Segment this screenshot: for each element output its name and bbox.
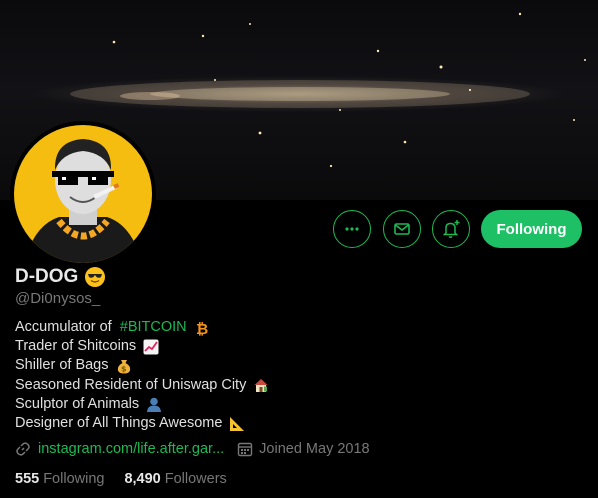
chart-increasing-icon bbox=[143, 339, 159, 355]
profile-stats: 555 Following 8,490 Followers bbox=[15, 471, 227, 487]
bitcoin-hashtag-link[interactable]: #BITCOIN bbox=[120, 318, 187, 337]
bitcoin-icon: ₿ bbox=[194, 320, 210, 338]
bio-line: Trader of Shitcoins bbox=[15, 337, 269, 356]
bio-line: Seasoned Resident of Uniswap City bbox=[15, 376, 269, 395]
bio-line: Accumulator of #BITCOIN ₿ bbox=[15, 318, 210, 338]
profile-handle: @Di0nysos_ bbox=[15, 290, 101, 307]
link-icon bbox=[16, 442, 30, 456]
joined-date: Joined May 2018 bbox=[259, 441, 370, 457]
following-count-link[interactable]: 555 Following bbox=[15, 471, 104, 487]
envelope-icon bbox=[394, 223, 410, 235]
avatar-image bbox=[14, 125, 152, 263]
bust-in-silhouette-icon bbox=[146, 396, 162, 413]
profile-meta: instagram.com/life.after.gar... Joined M… bbox=[15, 441, 370, 457]
profile-bio: Accumulator of #BITCOIN ₿ Trader of Shit… bbox=[15, 318, 269, 433]
more-button[interactable] bbox=[333, 210, 371, 248]
house-icon bbox=[253, 377, 269, 393]
bio-line: Shiller of Bags $ bbox=[15, 356, 269, 375]
notify-button[interactable] bbox=[432, 210, 470, 248]
avatar[interactable] bbox=[10, 121, 156, 267]
money-bag-icon: $ bbox=[116, 358, 132, 374]
profile-name: D-DOG bbox=[15, 266, 106, 288]
bio-line: Designer of All Things Awesome bbox=[15, 414, 269, 433]
followers-count-link[interactable]: 8,490 Followers bbox=[124, 471, 226, 487]
triangular-ruler-icon bbox=[229, 416, 245, 432]
message-button[interactable] bbox=[383, 210, 421, 248]
bell-plus-icon bbox=[442, 220, 460, 238]
more-icon bbox=[345, 227, 359, 231]
following-button[interactable]: Following bbox=[481, 210, 582, 248]
website-link[interactable]: instagram.com/life.after.gar... bbox=[38, 441, 224, 457]
svg-text:₿: ₿ bbox=[196, 320, 208, 336]
smiling-face-with-sunglasses-icon bbox=[85, 267, 106, 287]
calendar-icon bbox=[237, 442, 253, 457]
bio-line: Sculptor of Animals bbox=[15, 395, 269, 414]
svg-text:$: $ bbox=[121, 365, 127, 374]
display-name: D-DOG bbox=[15, 266, 79, 287]
